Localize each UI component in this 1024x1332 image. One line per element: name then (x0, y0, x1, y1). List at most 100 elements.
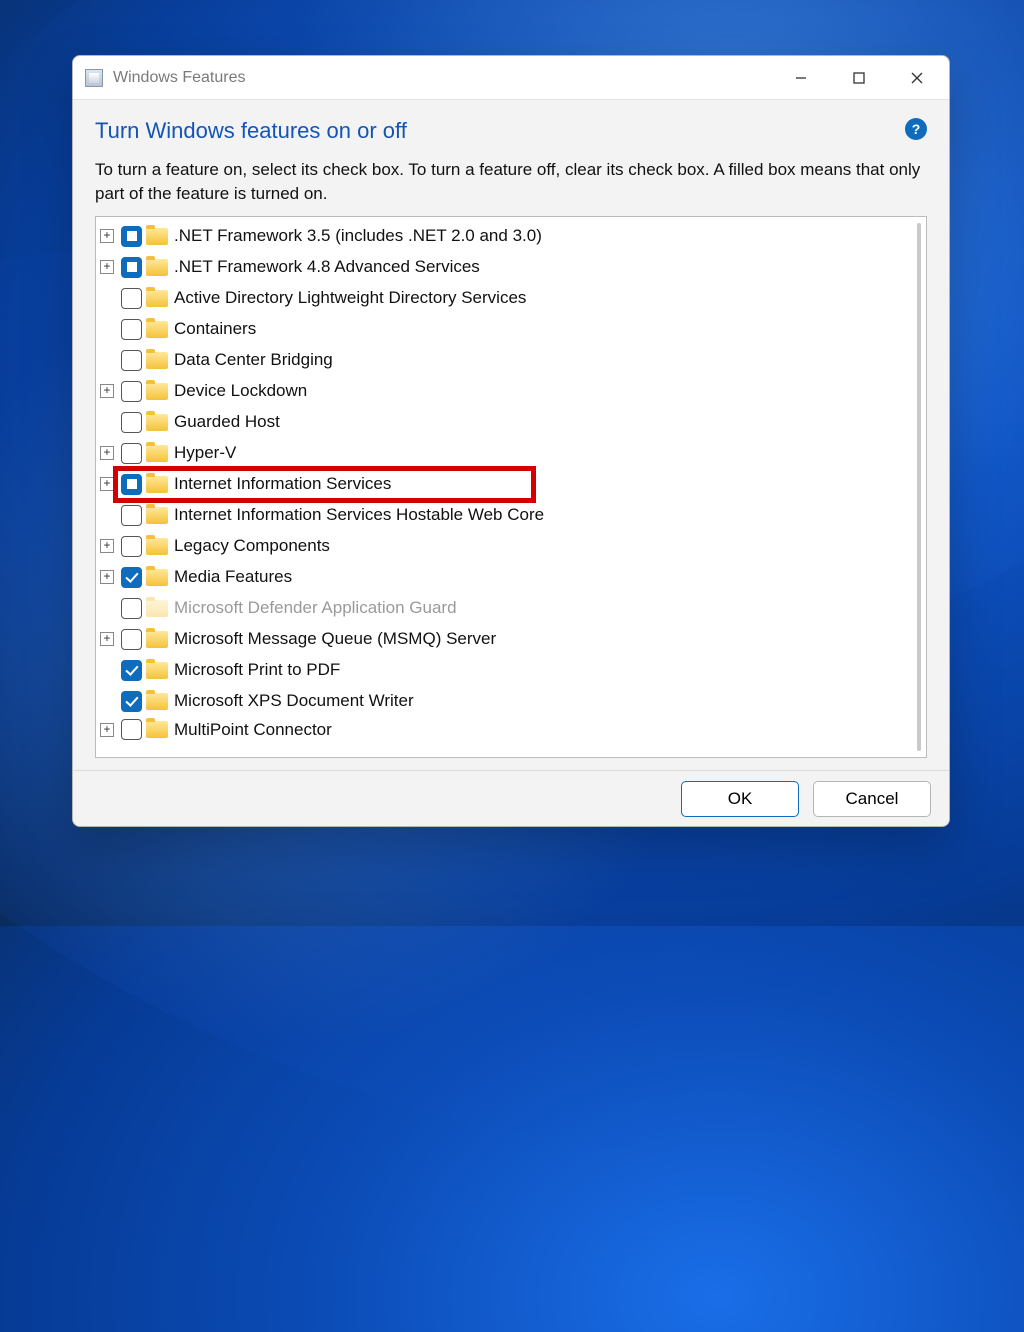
feature-row-hyperv[interactable]: + Hyper-V (100, 438, 916, 469)
feature-label: Data Center Bridging (174, 350, 333, 370)
folder-icon (146, 721, 168, 738)
expand-spacer (100, 601, 114, 615)
titlebar[interactable]: Windows Features (73, 56, 949, 100)
checkbox-checked[interactable] (121, 691, 142, 712)
app-icon (85, 69, 103, 87)
dialog-heading: Turn Windows features on or off (95, 118, 407, 144)
folder-icon (146, 507, 168, 524)
folder-icon (146, 569, 168, 586)
minimize-button[interactable] (773, 59, 829, 97)
folder-icon (146, 290, 168, 307)
folder-icon (146, 414, 168, 431)
feature-label: Media Features (174, 567, 292, 587)
checkbox-partial[interactable] (121, 226, 142, 247)
folder-icon (146, 383, 168, 400)
checkbox-partial[interactable] (121, 257, 142, 278)
expand-spacer (100, 415, 114, 429)
feature-label: Containers (174, 319, 256, 339)
feature-label: MultiPoint Connector (174, 720, 332, 740)
feature-label: Microsoft XPS Document Writer (174, 691, 414, 711)
folder-icon (146, 538, 168, 555)
folder-icon (146, 259, 168, 276)
feature-label: Internet Information Services Hostable W… (174, 505, 544, 525)
checkbox-unchecked[interactable] (121, 350, 142, 371)
expand-icon[interactable]: + (100, 260, 114, 274)
feature-row-device-lockdown[interactable]: + Device Lockdown (100, 376, 916, 407)
checkbox-unchecked[interactable] (121, 288, 142, 309)
window-title: Windows Features (113, 69, 773, 87)
expand-icon[interactable]: + (100, 384, 114, 398)
feature-row-multipoint[interactable]: + MultiPoint Connector (100, 717, 916, 743)
folder-icon (146, 662, 168, 679)
feature-row-adlds[interactable]: Active Directory Lightweight Directory S… (100, 283, 916, 314)
expand-spacer (100, 322, 114, 336)
checkbox-unchecked[interactable] (121, 443, 142, 464)
checkbox-unchecked[interactable] (121, 536, 142, 557)
windows-features-dialog: Windows Features Turn Windows features o… (72, 55, 950, 827)
folder-icon (146, 631, 168, 648)
feature-label: Microsoft Defender Application Guard (174, 598, 457, 618)
folder-icon (146, 600, 168, 617)
checkbox-checked[interactable] (121, 567, 142, 588)
feature-label: .NET Framework 4.8 Advanced Services (174, 257, 480, 277)
folder-icon (146, 476, 168, 493)
feature-label: Guarded Host (174, 412, 280, 432)
folder-icon (146, 693, 168, 710)
checkbox-unchecked[interactable] (121, 505, 142, 526)
feature-label: Device Lockdown (174, 381, 307, 401)
scrollbar[interactable] (917, 223, 921, 751)
feature-row-dcb[interactable]: Data Center Bridging (100, 345, 916, 376)
feature-label: Microsoft Message Queue (MSMQ) Server (174, 629, 496, 649)
expand-icon[interactable]: + (100, 632, 114, 646)
maximize-button[interactable] (831, 59, 887, 97)
feature-label: Microsoft Print to PDF (174, 660, 340, 680)
checkbox-unchecked[interactable] (121, 412, 142, 433)
feature-row-legacy[interactable]: + Legacy Components (100, 531, 916, 562)
feature-label: Legacy Components (174, 536, 330, 556)
feature-row-msmq[interactable]: + Microsoft Message Queue (MSMQ) Server (100, 624, 916, 655)
expand-spacer (100, 663, 114, 677)
feature-row-media[interactable]: + Media Features (100, 562, 916, 593)
folder-icon (146, 352, 168, 369)
expand-icon[interactable]: + (100, 723, 114, 737)
checkbox-unchecked[interactable] (121, 719, 142, 740)
expand-icon[interactable]: + (100, 477, 114, 491)
feature-label: Active Directory Lightweight Directory S… (174, 288, 526, 308)
checkbox-unchecked[interactable] (121, 598, 142, 619)
close-button[interactable] (889, 59, 945, 97)
help-icon[interactable]: ? (905, 118, 927, 140)
expand-spacer (100, 694, 114, 708)
folder-icon (146, 445, 168, 462)
features-tree[interactable]: + .NET Framework 3.5 (includes .NET 2.0 … (95, 216, 927, 758)
dialog-footer: OK Cancel (73, 770, 949, 826)
feature-row-net48[interactable]: + .NET Framework 4.8 Advanced Services (100, 252, 916, 283)
feature-label: Internet Information Services (174, 474, 391, 494)
checkbox-checked[interactable] (121, 660, 142, 681)
expand-icon[interactable]: + (100, 539, 114, 553)
feature-row-containers[interactable]: Containers (100, 314, 916, 345)
dialog-content: Turn Windows features on or off ? To tur… (73, 100, 949, 770)
feature-row-iis-core[interactable]: Internet Information Services Hostable W… (100, 500, 916, 531)
feature-label: Hyper-V (174, 443, 236, 463)
feature-label: .NET Framework 3.5 (includes .NET 2.0 an… (174, 226, 542, 246)
feature-row-print-pdf[interactable]: Microsoft Print to PDF (100, 655, 916, 686)
feature-row-guarded-host[interactable]: Guarded Host (100, 407, 916, 438)
folder-icon (146, 321, 168, 338)
expand-icon[interactable]: + (100, 570, 114, 584)
ok-button[interactable]: OK (681, 781, 799, 817)
feature-row-defender-ag[interactable]: Microsoft Defender Application Guard (100, 593, 916, 624)
expand-icon[interactable]: + (100, 446, 114, 460)
checkbox-unchecked[interactable] (121, 319, 142, 340)
checkbox-unchecked[interactable] (121, 381, 142, 402)
expand-spacer (100, 353, 114, 367)
expand-spacer (100, 508, 114, 522)
feature-row-xps-writer[interactable]: Microsoft XPS Document Writer (100, 686, 916, 717)
cancel-button[interactable]: Cancel (813, 781, 931, 817)
dialog-description: To turn a feature on, select its check b… (95, 158, 927, 206)
checkbox-unchecked[interactable] (121, 629, 142, 650)
expand-spacer (100, 291, 114, 305)
feature-row-net35[interactable]: + .NET Framework 3.5 (includes .NET 2.0 … (100, 221, 916, 252)
feature-row-iis[interactable]: + Internet Information Services (100, 469, 916, 500)
checkbox-partial[interactable] (121, 474, 142, 495)
expand-icon[interactable]: + (100, 229, 114, 243)
